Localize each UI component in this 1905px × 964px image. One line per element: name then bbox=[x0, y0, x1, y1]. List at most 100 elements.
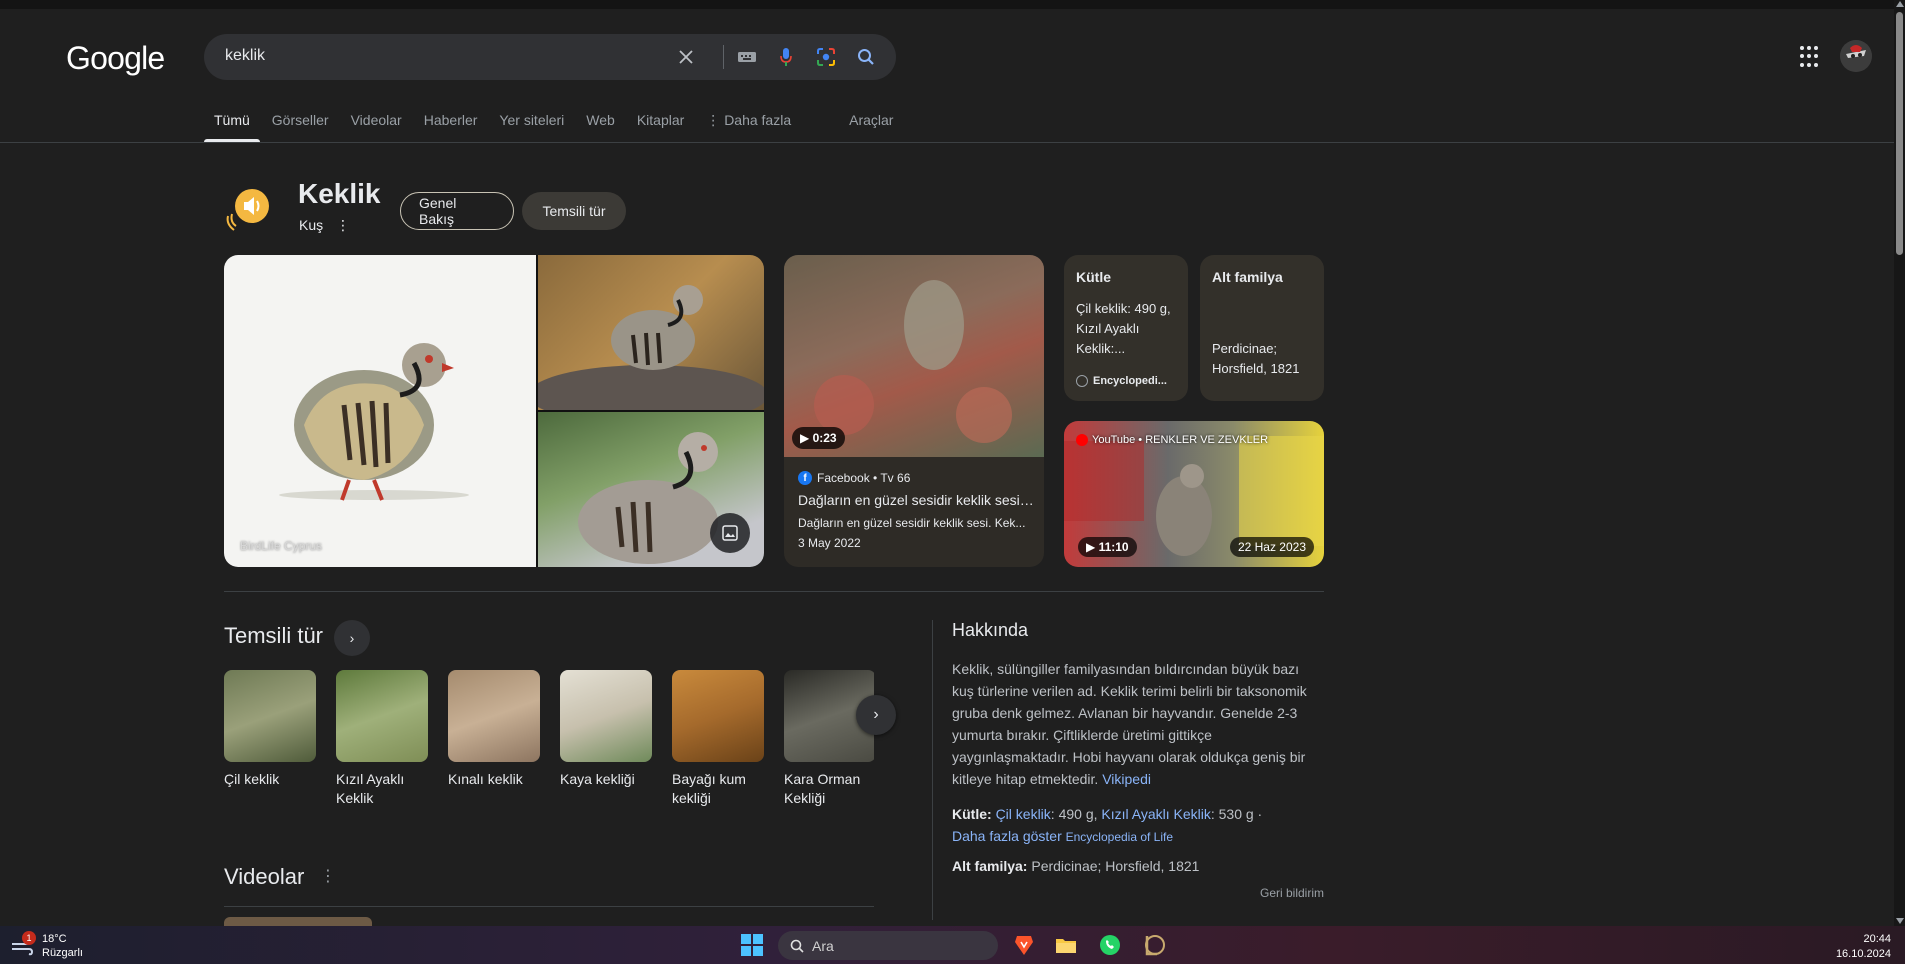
microphone-icon[interactable] bbox=[774, 45, 798, 69]
fact-label: Kütle bbox=[1076, 269, 1111, 285]
clock-date: 16.10.2024 bbox=[1835, 948, 1891, 960]
whatsapp-icon[interactable] bbox=[1098, 933, 1122, 957]
entity-more-icon[interactable]: ⋮ bbox=[336, 217, 350, 234]
weather-condition: Rüzgarlı bbox=[42, 947, 83, 959]
mass-link-kizil-ayakli[interactable]: Kızıl Ayaklı Keklik bbox=[1101, 806, 1210, 822]
league-of-legends-icon[interactable] bbox=[1142, 933, 1166, 957]
scrollbar-thumb[interactable] bbox=[1896, 12, 1903, 255]
tab-local-sites[interactable]: Yer siteleri bbox=[499, 100, 564, 142]
overview-chip[interactable]: Genel Bakış bbox=[400, 192, 514, 230]
lens-icon[interactable] bbox=[814, 45, 838, 69]
video-source: f Facebook • Tv 66 bbox=[798, 471, 910, 485]
feedback-link[interactable]: Geri bildirim bbox=[1260, 886, 1324, 900]
species-name[interactable]: Kaya kekliği bbox=[560, 770, 652, 789]
carousel-next-button[interactable]: › bbox=[856, 695, 896, 735]
tab-books[interactable]: Kitaplar bbox=[637, 100, 684, 142]
tab-web[interactable]: Web bbox=[586, 100, 615, 142]
notification-badge: 1 bbox=[22, 931, 36, 945]
species-thumbnail[interactable] bbox=[224, 670, 316, 762]
tab-images[interactable]: Görseller bbox=[272, 100, 329, 142]
scroll-down-icon[interactable] bbox=[1896, 918, 1904, 924]
taskbar-search[interactable]: Ara bbox=[778, 931, 998, 960]
avatar[interactable] bbox=[1840, 40, 1872, 72]
species-chip[interactable]: Temsili tür bbox=[522, 192, 626, 230]
tab-news[interactable]: Haberler bbox=[424, 100, 478, 142]
page-scrollbar[interactable] bbox=[1894, 0, 1905, 926]
mass-fact-card[interactable]: Kütle Çil keklik: 490 g, Kızıl Ayaklı Ke… bbox=[1064, 255, 1188, 401]
scroll-up-icon[interactable] bbox=[1896, 1, 1904, 7]
partridge-photo-grass[interactable] bbox=[538, 412, 764, 567]
mass-value-1: : 490 g, bbox=[1050, 806, 1098, 822]
species-item[interactable]: Kınalı keklik bbox=[448, 670, 540, 789]
species-thumbnail[interactable] bbox=[560, 670, 652, 762]
eol-source-link[interactable]: Encyclopedia of Life bbox=[1066, 830, 1173, 844]
species-item[interactable]: Kızıl Ayaklı Keklik bbox=[336, 670, 428, 808]
clock-time: 20:44 bbox=[1863, 933, 1891, 945]
species-item[interactable]: Kara Orman Kekliği bbox=[784, 670, 874, 808]
image-gallery-icon[interactable] bbox=[710, 513, 750, 553]
search-icon[interactable] bbox=[854, 45, 878, 69]
species-thumbnail[interactable] bbox=[336, 670, 428, 762]
clear-icon[interactable] bbox=[674, 45, 698, 69]
about-more-row: Daha fazla göster Encyclopedia of Life bbox=[952, 825, 1173, 848]
about-description: Keklik, sülüngiller familyasından bıldır… bbox=[952, 658, 1324, 790]
tab-more-label: Daha fazla bbox=[724, 112, 792, 128]
youtube-source: YouTube • RENKLER VE ZEVKLER bbox=[1076, 434, 1268, 446]
apps-grid-icon[interactable] bbox=[1800, 46, 1822, 68]
mass-link-cil-keklik[interactable]: Çil keklik bbox=[996, 806, 1051, 822]
tab-videos[interactable]: Videolar bbox=[351, 100, 402, 142]
tab-more[interactable]: ⋮ Daha fazla bbox=[706, 100, 791, 142]
sound-icon[interactable] bbox=[224, 186, 272, 234]
youtube-source-text: YouTube • RENKLER VE ZEVKLER bbox=[1092, 434, 1269, 446]
video-thumbnail[interactable]: ▶ 0:23 bbox=[784, 255, 1044, 457]
species-thumbnail[interactable] bbox=[448, 670, 540, 762]
file-explorer-icon[interactable] bbox=[1054, 933, 1078, 957]
brave-browser-icon[interactable] bbox=[1012, 933, 1036, 957]
image-caption: BirdLife Cyprus bbox=[240, 539, 323, 553]
species-name[interactable]: Çil keklik bbox=[224, 770, 316, 789]
species-item[interactable]: Bayağı kum kekliği bbox=[672, 670, 764, 808]
video-title[interactable]: Dağların en güzel sesidir keklik sesi...… bbox=[798, 492, 1034, 508]
wind-icon: 1 bbox=[10, 931, 36, 958]
about-subfamily-row: Alt familya: Perdicinae; Horsfield, 1821 bbox=[952, 855, 1199, 877]
weather-widget[interactable]: 1 18°C Rüzgarlı bbox=[10, 931, 83, 960]
fact-value: Perdicinae; Horsfield, 1821 bbox=[1212, 341, 1300, 376]
about-title: Hakkında bbox=[952, 620, 1029, 640]
image-collage[interactable]: BirdLife Cyprus bbox=[224, 255, 764, 567]
video-date: 3 May 2022 bbox=[798, 536, 861, 550]
chevron-right-icon[interactable]: › bbox=[334, 620, 370, 656]
entity-title: Keklik bbox=[298, 178, 381, 209]
tab-tools[interactable]: Araçlar bbox=[849, 100, 893, 142]
subfamily-fact-card[interactable]: Alt familya Perdicinae; Horsfield, 1821 bbox=[1200, 255, 1324, 401]
keyboard-icon[interactable] bbox=[735, 45, 759, 69]
wikipedia-link[interactable]: Vikipedi bbox=[1102, 771, 1151, 787]
mass-value-2: : 530 g · bbox=[1210, 806, 1263, 822]
facebook-video-card[interactable]: ▶ 0:23 f Facebook • Tv 66 Dağların en güz… bbox=[784, 255, 1044, 567]
video-duration: ▶ 0:23 bbox=[792, 427, 845, 449]
show-more-link[interactable]: Daha fazla göster bbox=[952, 828, 1062, 844]
species-name[interactable]: Bayağı kum kekliği bbox=[672, 770, 764, 808]
video-thumbnail-peek[interactable] bbox=[224, 917, 372, 926]
species-name[interactable]: Kınalı keklik bbox=[448, 770, 540, 789]
youtube-video-card[interactable]: YouTube • RENKLER VE ZEVKLER ▶ 11:10 22 … bbox=[1064, 421, 1324, 567]
globe-icon bbox=[1076, 375, 1088, 387]
search-box[interactable]: keklik bbox=[204, 34, 896, 80]
search-input[interactable]: keklik bbox=[225, 47, 265, 65]
more-dots-icon: ⋮ bbox=[706, 112, 725, 128]
species-name[interactable]: Kara Orman Kekliği bbox=[784, 770, 874, 808]
tab-all[interactable]: Tümü bbox=[204, 100, 260, 142]
species-section-title[interactable]: Temsili tür bbox=[224, 623, 323, 649]
videos-section-title: Videolar bbox=[224, 864, 305, 889]
species-item[interactable]: Çil keklik bbox=[224, 670, 316, 789]
google-logo[interactable]: Google bbox=[66, 40, 165, 77]
species-name[interactable]: Kızıl Ayaklı Keklik bbox=[336, 770, 428, 808]
species-thumbnail[interactable] bbox=[672, 670, 764, 762]
partridge-illustration[interactable]: BirdLife Cyprus bbox=[224, 255, 536, 567]
species-item[interactable]: Kaya kekliği bbox=[560, 670, 652, 789]
windows-start-icon[interactable] bbox=[740, 933, 764, 957]
partridge-photo-rock[interactable] bbox=[528, 255, 764, 425]
video-source-text: Facebook • Tv 66 bbox=[817, 471, 911, 485]
system-clock[interactable]: 20:44 16.10.2024 bbox=[1836, 932, 1891, 962]
videos-divider bbox=[224, 906, 874, 907]
videos-more-icon[interactable]: ⋮ bbox=[320, 866, 336, 886]
